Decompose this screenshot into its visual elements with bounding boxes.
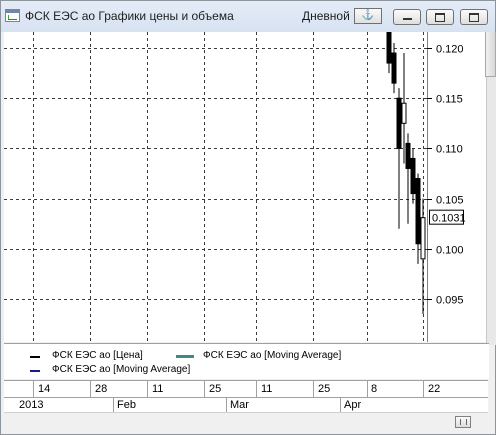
month-separator [113,398,114,412]
price-chart [4,31,427,342]
chart-window: ФСК ЕЭС ао Графики цены и объема Дневной… [0,0,496,435]
day-tick-label: 11 [261,383,273,395]
candle-body [405,142,411,169]
maximize-button[interactable] [426,9,454,25]
horizontal-scroll-thumb[interactable] [455,416,471,428]
day-tick-label: 25 [209,383,222,395]
month-axis: 2013 Feb Mar Apr [4,397,488,412]
day-tick-label: 11 [152,383,164,395]
candle-body [420,217,426,260]
price-tick-label: 0.115 [436,94,463,106]
day-tick-label: 28 [95,383,108,395]
day-tick-mark [313,381,314,398]
month-separator [340,398,341,412]
period-selector[interactable]: Дневной [302,9,350,23]
legend-item-ma2: ФСК ЕЭС ао [Moving Average] [52,364,191,375]
legend-item-price: ФСК ЕЭС ао [Цена] [52,350,143,361]
title-bar[interactable]: ФСК ЕЭС ао Графики цены и объема Дневной… [1,1,495,32]
legend-swatch-ma2 [30,370,40,372]
day-tick-mark [367,381,368,398]
price-axis-svg: 0.120 0.115 0.110 0.105 0.100 0.095 0.1031 [427,32,466,342]
month-label: Apr [344,399,362,411]
day-tick-label: 14 [38,383,51,395]
restore-button[interactable] [460,9,488,25]
resize-grip[interactable] [487,429,495,434]
vertical-scrollbar[interactable] [486,32,496,345]
day-tick-label: 8 [371,383,378,395]
candle-body [396,97,402,149]
legend-swatch-ma1 [176,355,194,358]
candle-body [401,102,407,124]
candle-body [410,157,416,195]
day-tick-mark [256,381,257,398]
grip-icon [460,419,467,425]
maximize-icon [435,13,445,22]
legend-swatch-price [30,356,40,358]
month-label: Mar [230,399,249,411]
candle-body [415,178,421,245]
day-axis: 14 28 11 25 11 25 8 22 [4,380,488,398]
horizontal-scrollbar[interactable] [4,412,488,430]
candle-body [391,52,397,84]
anchor-icon: ⚓ [361,10,375,21]
day-tick-label: 22 [428,383,441,395]
price-plot-area[interactable] [4,31,427,342]
price-axis: 0.120 0.115 0.110 0.105 0.100 0.095 0.1031 [427,32,486,342]
chart-app-icon [5,9,20,22]
price-tick-label: 0.110 [436,144,463,156]
day-tick-mark [147,381,148,398]
window-title: ФСК ЕЭС ао Графики цены и объема [25,9,234,23]
minimize-icon [403,18,412,20]
vertical-scroll-thumb[interactable] [485,32,496,77]
current-price-label: 0.1031 [432,213,466,225]
anchor-button[interactable]: ⚓ [354,8,382,24]
price-tick-label: 0.100 [436,245,464,257]
month-separator [226,398,227,412]
chart-legend: ФСК ЕЭС ао [Цена] ФСК ЕЭС ао [Moving Ave… [4,343,489,379]
restore-icon [469,13,479,22]
candle-body [386,31,392,64]
legend-item-ma1: ФСК ЕЭС ао [Moving Average] [203,350,342,361]
price-tick-label: 0.095 [436,295,464,307]
day-tick-mark [423,381,424,398]
price-tick-label: 0.120 [436,44,464,56]
day-tick-mark [90,381,91,398]
price-tick-label: 0.105 [436,195,464,207]
minimize-button[interactable] [393,9,421,25]
month-label: Feb [117,399,136,411]
day-tick-mark [204,381,205,398]
day-tick-mark [33,381,34,398]
day-tick-label: 25 [318,383,331,395]
month-label: 2013 [19,399,44,411]
